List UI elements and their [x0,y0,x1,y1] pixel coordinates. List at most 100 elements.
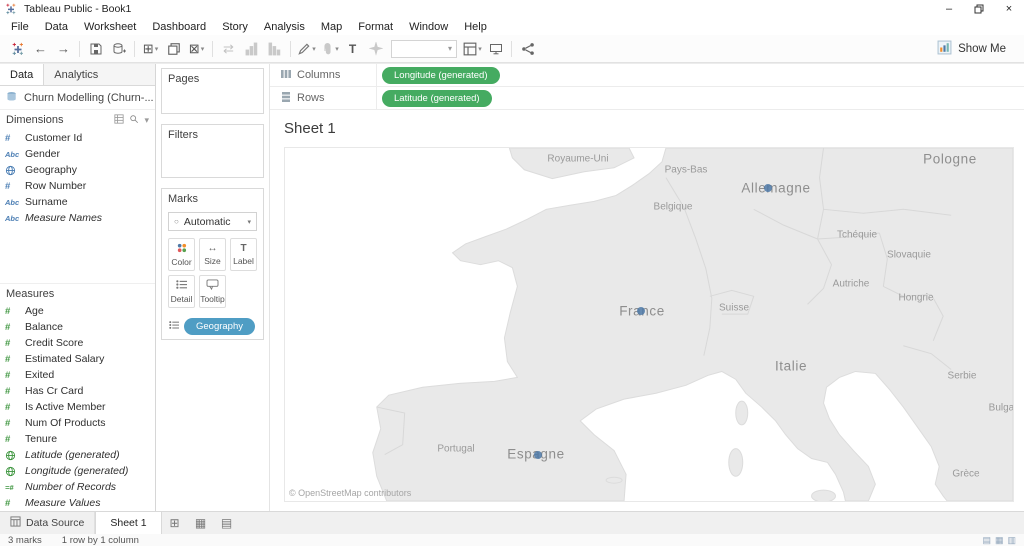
tab-sheet-1[interactable]: Sheet 1 [95,512,161,534]
number-field-icon: # [5,322,25,333]
swap-axes-button[interactable]: ⇄ [217,38,240,60]
save-button[interactable] [84,38,107,60]
field-latitude-generated[interactable]: Latitude (generated) [0,447,155,463]
map-mark[interactable] [637,307,645,315]
field-is-active-member[interactable]: #Is Active Member [0,399,155,415]
field-number-of-records[interactable]: =#Number of Records [0,479,155,495]
search-icon[interactable] [129,114,139,126]
field-credit-score[interactable]: #Credit Score [0,335,155,351]
mark-type-dropdown[interactable]: ○ Automatic ▾ [168,212,257,231]
restore-button[interactable] [964,0,994,18]
marks-card: Marks ○ Automatic ▾ Color↔SizeTLabel Deta… [161,188,264,340]
menu-window[interactable]: Window [401,21,456,33]
number-field-icon: # [5,338,25,349]
menu-data[interactable]: Data [37,21,76,33]
show-mark-labels-button[interactable]: T [341,38,364,60]
tooltip-button[interactable]: Tooltip [199,275,226,308]
map-view[interactable]: © OpenStreetMap contributors Royaume-Uni… [284,147,1014,502]
menu-story[interactable]: Story [214,21,256,33]
undo-button[interactable]: ← [29,38,52,60]
fit-dropdown[interactable]: ▾ [391,40,457,58]
field-estimated-salary[interactable]: #Estimated Salary [0,351,155,367]
field-customer-id[interactable]: #Customer Id [0,130,155,146]
field-tenure[interactable]: #Tenure [0,431,155,447]
menu-worksheet[interactable]: Worksheet [76,21,144,33]
tab-data[interactable]: Data [0,64,44,85]
geography-pill[interactable]: Geography [184,318,255,335]
field-measure-names[interactable]: AbcMeasure Names [0,210,155,226]
field-geography[interactable]: Geography [0,162,155,178]
field-gender[interactable]: AbcGender [0,146,155,162]
group-members-button[interactable]: ▾ [318,38,341,60]
map-country-label: Belgique [654,202,693,213]
menu-analysis[interactable]: Analysis [256,21,313,33]
number-field-icon: # [5,386,25,397]
map-mark[interactable] [534,451,542,459]
show-status-icon[interactable]: ▤ [982,535,991,546]
show-me-button[interactable]: Show Me [925,40,1018,58]
field-label: Tenure [25,433,57,445]
new-worksheet-button[interactable]: ⊞▾ [139,38,162,60]
detail-button[interactable]: Detail [168,275,195,308]
field-balance[interactable]: #Balance [0,319,155,335]
minimize-button[interactable]: – [934,0,964,18]
field-age[interactable]: #Age [0,303,155,319]
menu-map[interactable]: Map [313,21,350,33]
new-data-source-button[interactable] [107,38,130,60]
data-source-item[interactable]: Churn Modelling (Churn-... [0,86,155,110]
dimensions-menu-caret-icon[interactable]: ▾ [144,115,149,126]
menu-help[interactable]: Help [456,21,495,33]
field-num-of-products[interactable]: #Num Of Products [0,415,155,431]
new-dashboard-tab-button[interactable]: ▦ [188,512,214,534]
size-icon: ↔ [208,243,218,254]
color-button[interactable]: Color [168,238,195,271]
view-data-grid-icon[interactable] [114,114,124,126]
field-exited[interactable]: #Exited [0,367,155,383]
tab-data-source[interactable]: Data Source [0,512,95,534]
tab-analytics[interactable]: Analytics [44,64,108,85]
show-hide-cards-button[interactable]: ▾ [461,38,484,60]
columns-shelf[interactable]: Columns Longitude (generated) [270,64,1024,87]
rows-shelf[interactable]: Rows Latitude (generated) [270,87,1024,110]
map-country-label: Pologne [923,152,977,167]
pages-card[interactable]: Pages [161,68,264,114]
latitude-pill[interactable]: Latitude (generated) [382,90,492,107]
duplicate-button[interactable] [162,38,185,60]
map-mark[interactable] [764,184,772,192]
size-button[interactable]: ↔Size [199,238,226,271]
field-label: Longitude (generated) [25,465,128,477]
grid-status-icon[interactable]: ▦ [995,535,1004,546]
field-longitude-generated[interactable]: Longitude (generated) [0,463,155,479]
marks-card-label: Marks [168,193,257,205]
mark-buttons: Color↔SizeTLabel DetailTooltip [168,238,257,308]
menu-file[interactable]: File [3,21,37,33]
close-button[interactable]: × [994,0,1024,18]
mark-button-label: Label [233,256,254,266]
new-story-tab-button[interactable]: ▤ [214,512,240,534]
calc-field-icon: =# [5,483,25,492]
field-has-cr-card[interactable]: #Has Cr Card [0,383,155,399]
presentation-mode-button[interactable] [484,38,507,60]
sort-descending-button[interactable] [263,38,286,60]
highlight-button[interactable]: ▾ [295,38,318,60]
marks-shelf-row: Geography [168,318,257,335]
toolbar-separator [511,41,512,57]
redo-button[interactable]: → [52,38,75,60]
share-button[interactable] [516,38,539,60]
sheet-tab-bar: Data Source Sheet 1 ⊞ ▦ ▤ [0,511,1024,534]
label-button[interactable]: TLabel [230,238,257,271]
panel-status-icon[interactable]: ▥ [1007,535,1016,546]
field-measure-values[interactable]: #Measure Values [0,495,155,511]
field-row-number[interactable]: #Row Number [0,178,155,194]
menu-dashboard[interactable]: Dashboard [144,21,214,33]
sort-ascending-button[interactable] [240,38,263,60]
tableau-logo-icon [5,3,19,15]
filters-card[interactable]: Filters [161,124,264,178]
longitude-pill[interactable]: Longitude (generated) [382,67,500,84]
menu-format[interactable]: Format [350,21,401,33]
fix-axes-button[interactable] [364,38,387,60]
clear-sheet-button[interactable]: ⊠▾ [185,38,208,60]
cards-panel: Pages Filters Marks ○ Automatic ▾ Color↔… [156,64,270,511]
new-worksheet-tab-button[interactable]: ⊞ [162,512,188,534]
field-surname[interactable]: AbcSurname [0,194,155,210]
